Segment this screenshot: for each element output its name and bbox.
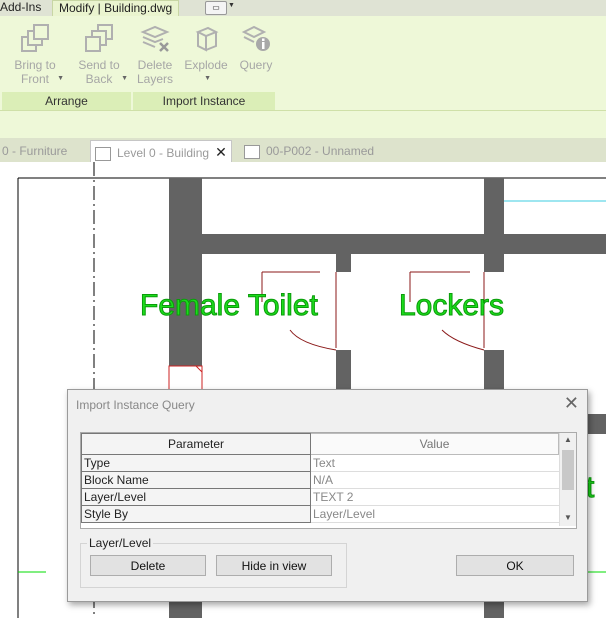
column-header-value: Value bbox=[310, 433, 559, 455]
chevron-down-icon: ▼ bbox=[204, 75, 211, 82]
column-header-parameter: Parameter bbox=[81, 433, 311, 455]
ribbon-panel: Bring to Front ▼ Send to Back ▼ Delete L… bbox=[0, 16, 606, 110]
group-arrange: Arrange bbox=[2, 92, 131, 110]
room-label-female-toilet[interactable]: Female Toilet bbox=[140, 289, 319, 323]
bring-to-front-icon bbox=[21, 24, 49, 52]
ok-button[interactable]: OK bbox=[456, 555, 574, 576]
tab-furniture-label: 0 - Furniture bbox=[2, 144, 68, 158]
query-button[interactable]: Query bbox=[227, 20, 285, 100]
door-swing-1 bbox=[289, 329, 337, 351]
tab-unnamed-label: 00-P002 - Unnamed bbox=[266, 144, 375, 158]
view-tab-bar: 0 - Furniture Level 0 - Building ✕ 00-P00… bbox=[0, 138, 606, 163]
delete-layers-icon bbox=[140, 25, 170, 52]
tab-building-label: Level 0 - Building bbox=[117, 146, 210, 160]
layer-level-group-label: Layer/Level bbox=[87, 536, 154, 550]
delete-layers-button[interactable]: Delete Layers bbox=[126, 20, 184, 100]
send-to-back-icon bbox=[85, 24, 113, 52]
tab-furniture[interactable]: 0 - Furniture bbox=[2, 140, 67, 162]
door-swing-2 bbox=[441, 329, 485, 351]
room-label-lockers[interactable]: Lockers bbox=[398, 289, 504, 323]
tab-level-0-building[interactable]: Level 0 - Building ✕ bbox=[90, 140, 232, 163]
chevron-down-icon[interactable]: ▼ bbox=[228, 2, 235, 9]
value-cell: TEXT 2 bbox=[310, 488, 559, 506]
send-to-back-label: Send to Back bbox=[78, 58, 120, 86]
scrollbar-thumb[interactable] bbox=[562, 450, 574, 490]
bring-to-front-label: Bring to Front bbox=[14, 58, 56, 86]
value-cell: Text bbox=[310, 454, 559, 472]
sheet-icon bbox=[244, 144, 260, 159]
parameter-cell: Block Name bbox=[81, 471, 311, 489]
properties-table: Parameter Value Type Text Block Name N/A… bbox=[81, 433, 559, 523]
chevron-down-icon[interactable]: ▼ bbox=[560, 513, 576, 522]
explode-icon bbox=[195, 26, 219, 52]
parameter-cell: Type bbox=[81, 454, 311, 472]
floor-plan-icon bbox=[95, 146, 111, 161]
delete-button[interactable]: Delete bbox=[90, 555, 206, 576]
table-row[interactable]: Layer/Level TEXT 2 bbox=[81, 488, 559, 506]
hide-in-view-button[interactable]: Hide in view bbox=[216, 555, 332, 576]
ribbon-footer bbox=[0, 110, 606, 139]
send-to-back-button[interactable]: Send to Back ▼ bbox=[70, 20, 128, 100]
chevron-up-icon[interactable]: ▲ bbox=[560, 435, 576, 444]
table-header-row: Parameter Value bbox=[81, 433, 559, 455]
table-row[interactable]: Style By Layer/Level bbox=[81, 505, 559, 523]
wall-stub bbox=[586, 414, 606, 434]
parameter-cell: Layer/Level bbox=[81, 488, 311, 506]
bring-to-front-button[interactable]: Bring to Front ▼ bbox=[6, 20, 64, 100]
properties-grid: Parameter Value Type Text Block Name N/A… bbox=[80, 432, 577, 529]
table-row[interactable]: Type Text bbox=[81, 454, 559, 472]
value-cell: N/A bbox=[310, 471, 559, 489]
query-icon bbox=[241, 25, 270, 51]
chevron-down-icon: ▼ bbox=[57, 75, 64, 82]
value-cell: Layer/Level bbox=[310, 505, 559, 523]
tab-add-ins[interactable]: Add-Ins bbox=[0, 0, 41, 16]
query-label: Query bbox=[239, 58, 273, 72]
table-row[interactable]: Block Name N/A bbox=[81, 471, 559, 489]
group-import-instance: Import Instance bbox=[133, 92, 275, 110]
vertical-scrollbar[interactable]: ▲ ▼ bbox=[559, 433, 576, 526]
ribbon-tab-bar: Add-Ins Modify | Building.dwg ▭ ▼ bbox=[0, 0, 606, 16]
quick-access-view-button[interactable]: ▭ bbox=[205, 1, 227, 15]
delete-layers-label: Delete Layers bbox=[136, 58, 174, 86]
import-instance-query-dialog: Import Instance Query ✕ Parameter Value … bbox=[67, 389, 588, 602]
wall-horizontal bbox=[202, 234, 606, 254]
parameter-cell: Style By bbox=[81, 505, 311, 523]
door-opening-1 bbox=[336, 272, 351, 350]
close-icon[interactable]: ✕ bbox=[215, 144, 227, 160]
close-icon[interactable]: ✕ bbox=[564, 394, 579, 412]
tab-unnamed[interactable]: 00-P002 - Unnamed bbox=[244, 140, 374, 162]
tab-modify-building[interactable]: Modify | Building.dwg bbox=[52, 0, 180, 16]
dialog-title: Import Instance Query bbox=[76, 398, 195, 412]
